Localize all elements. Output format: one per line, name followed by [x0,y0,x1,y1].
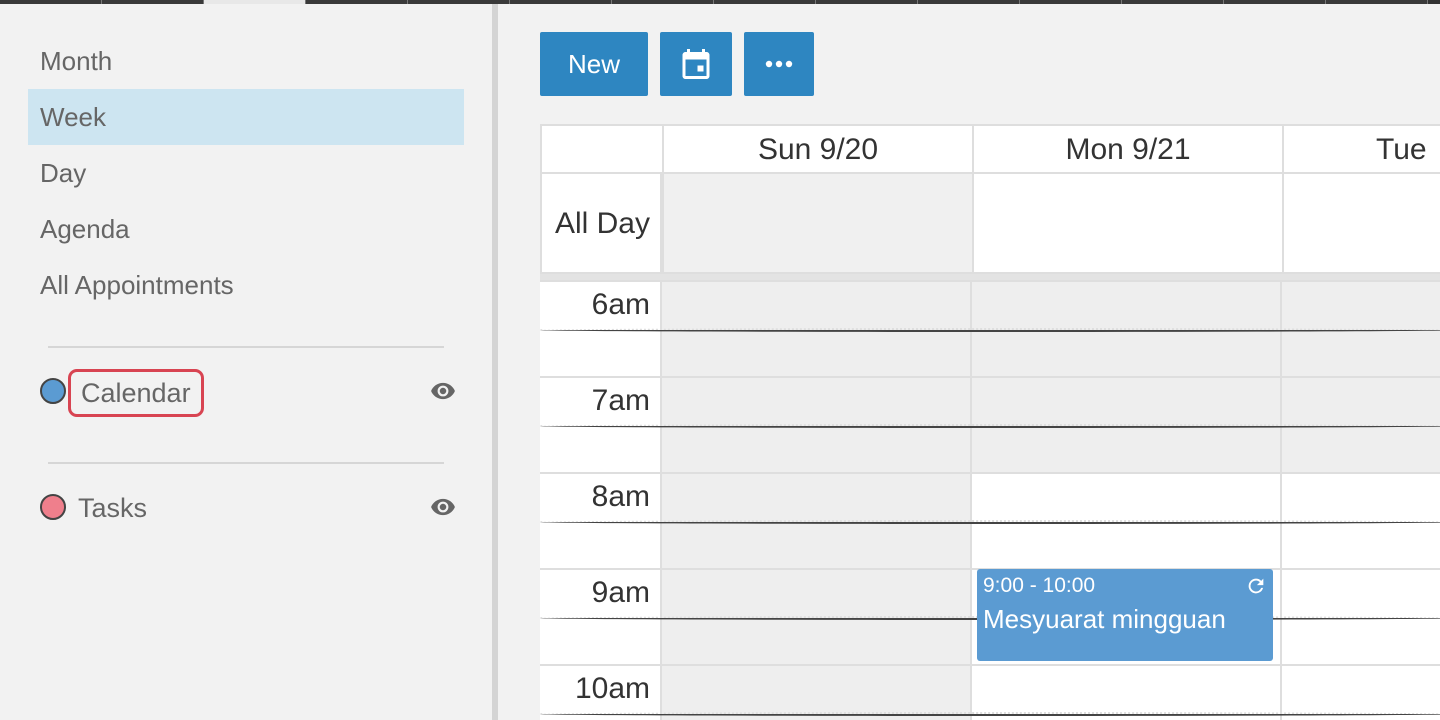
hour-label: 8am [591,480,650,513]
more-horizontal-icon [765,60,793,68]
calendar-label[interactable]: Calendar [68,369,204,417]
sidebar-divider [48,346,444,348]
day-column-sun[interactable] [662,280,972,720]
hour-line [540,280,1440,282]
calendar-today-icon [682,49,710,79]
calendar-list-item-calendar[interactable]: Calendar [40,368,460,417]
half-hour-line [540,520,1440,524]
today-button[interactable] [660,32,732,96]
corner-header [540,124,664,174]
event-time: 9:00 - 10:00 [983,574,1096,597]
view-week[interactable]: Week [28,89,464,145]
tasks-color-dot [40,494,66,520]
time-gutter: 6am 7am 8am 9am 10am [540,280,662,720]
calendar-color-dot [40,378,66,404]
more-button[interactable] [744,32,814,96]
day-header-mon[interactable]: Mon 9/21 [972,124,1284,174]
hour-line [540,376,1440,378]
all-day-cell-tue[interactable] [1282,174,1440,274]
eye-icon[interactable] [428,378,458,404]
sidebar: Month Week Day Agenda All Appointments C… [0,4,492,720]
day-column-tue[interactable] [1282,280,1440,720]
eye-icon[interactable] [428,494,458,520]
sidebar-divider [48,462,444,464]
half-hour-line [540,712,1440,716]
day-header-sun[interactable]: Sun 9/20 [662,124,974,174]
all-day-label: All Day [540,174,662,274]
event-mesyuarat-mingguan[interactable]: 9:00 - 10:00 Mesyuarat mingguan [977,569,1273,661]
all-day-cell-sun[interactable] [662,174,974,274]
tasks-label[interactable]: Tasks [68,484,157,532]
hour-label: 6am [591,288,650,321]
hour-label: 9am [591,576,650,609]
hour-line [540,472,1440,474]
view-day[interactable]: Day [28,145,464,201]
recurring-icon [1248,578,1264,594]
half-hour-line [540,328,1440,332]
half-hour-line [540,424,1440,428]
view-agenda[interactable]: Agenda [28,201,464,257]
new-button[interactable]: New [540,32,648,96]
week-grid: Sun 9/20 Mon 9/21 Tue All Day 6am 7am 8a… [540,124,1440,720]
hour-label: 7am [591,384,650,417]
calendar-main: New Sun 9/20 Mon 9/21 Tue All Day 6am 7a… [498,4,1440,720]
hour-line [540,664,1440,666]
hour-label: 10am [574,672,650,705]
all-day-cell-mon[interactable] [972,174,1284,274]
view-all-appointments[interactable]: All Appointments [28,257,464,313]
calendar-list-item-tasks[interactable]: Tasks [40,484,460,532]
view-month[interactable]: Month [28,33,464,89]
day-header-tue[interactable]: Tue [1282,124,1440,174]
event-title: Mesyuarat mingguan [983,604,1226,634]
